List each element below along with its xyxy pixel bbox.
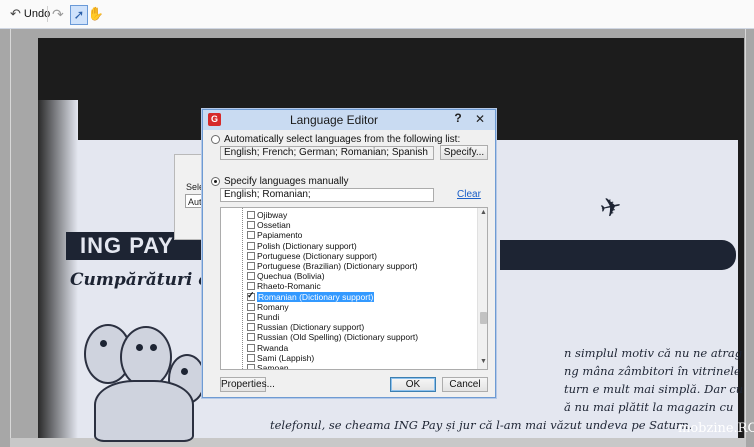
language-label: Russian (Old Spelling) (Dictionary suppo… (257, 332, 419, 343)
language-label: Papiamento (257, 230, 303, 241)
scroll-down-arrow-icon[interactable]: ▼ (478, 358, 487, 368)
undo-icon: ↶ (10, 6, 21, 21)
subheading: Cumpărături cu (70, 270, 222, 290)
aliens-illustration (84, 300, 206, 442)
dialog-titlebar[interactable]: G Language Editor ? ✕ (203, 110, 495, 130)
language-checkbox[interactable] (247, 313, 255, 321)
radio-off-icon[interactable] (211, 135, 220, 144)
language-label: Portuguese (Dictionary support) (257, 250, 378, 261)
toolbar-separator (47, 6, 48, 22)
language-list-item[interactable]: Rhaeto-Romanic (247, 281, 321, 291)
language-checkbox[interactable] (247, 241, 255, 250)
language-label: Rundi (257, 312, 280, 322)
photo-shadow (38, 100, 78, 438)
manual-languages-field[interactable]: English; Romanian; (220, 188, 434, 202)
language-list-item[interactable]: Quechua (Bolivia) (247, 271, 325, 281)
help-button[interactable]: ? (450, 111, 466, 127)
scroll-thumb[interactable] (480, 312, 487, 324)
language-checkbox[interactable] (247, 343, 255, 352)
language-list-item[interactable]: Ojibway (247, 210, 287, 220)
auto-select-radio[interactable]: Automatically select languages from the … (211, 134, 460, 145)
language-label: Ojibway (257, 210, 288, 220)
alien-eye (150, 344, 157, 351)
language-label: Rhaeto-Romanic (257, 281, 321, 292)
frame-left (10, 29, 11, 447)
language-list-item[interactable]: Ossetian (247, 220, 291, 230)
language-checkbox[interactable] (247, 251, 255, 260)
language-list-item[interactable]: Rwanda (247, 343, 288, 353)
language-checkbox[interactable] (247, 262, 255, 270)
radio-on-icon[interactable] (211, 177, 220, 186)
frame-right (745, 29, 746, 447)
language-checkbox[interactable] (247, 272, 255, 281)
article-line: ng mâna zâmbitori în vitrinele (564, 364, 741, 378)
properties-button[interactable]: Properties... (220, 377, 275, 392)
language-list-item[interactable]: Romany (247, 302, 289, 312)
language-list-item[interactable]: Portuguese (Brazilian) (Dictionary suppo… (247, 261, 418, 271)
ing-pay-heading: ING PAY (80, 233, 174, 258)
language-checkbox[interactable] (247, 221, 255, 230)
article-line: telefonul, se cheama ING Pay și jur că l… (270, 418, 693, 432)
list-scrollbar[interactable]: ▲ ▼ (477, 208, 487, 369)
language-label: Russian (Dictionary support) (257, 322, 365, 333)
language-editor-dialog: G Language Editor ? ✕ Automatically sele… (202, 109, 496, 398)
article-line: ă nu mai plătit la magazin cu (564, 400, 734, 414)
manual-select-radio[interactable]: Specify languages manually (211, 176, 349, 187)
alien-figure (94, 380, 194, 442)
language-label: Romanian (Dictionary support) (257, 291, 375, 302)
language-list-item[interactable]: Russian (Dictionary support) (247, 322, 364, 332)
close-button[interactable]: ✕ (466, 110, 494, 129)
clear-link[interactable]: Clear (457, 189, 481, 200)
tree-guide-line (242, 208, 244, 369)
language-checkbox[interactable] (247, 302, 255, 311)
manual-select-label: Specify languages manually (224, 176, 349, 187)
language-label: Rwanda (257, 342, 289, 353)
language-label: Samoan (257, 363, 289, 370)
select-pointer-icon[interactable]: ➚ (70, 5, 88, 25)
alien-eye (181, 368, 188, 375)
scroll-up-arrow-icon[interactable]: ▲ (478, 209, 487, 219)
language-checkbox[interactable] (247, 211, 255, 219)
language-list-item[interactable]: Sami (Lappish) (247, 353, 314, 363)
watermark: mobzine.RO (678, 421, 754, 436)
article-line: n simplul motiv că nu ne atrag (564, 346, 743, 360)
language-checkbox[interactable] (247, 290, 255, 301)
alien-eye (100, 340, 107, 347)
ok-button[interactable]: OK (390, 377, 436, 392)
editor-toolbar: ↶ Undo ↷ ➚ ✋ (0, 0, 754, 29)
language-list-item[interactable]: Rundi (247, 312, 279, 322)
language-label: Polish (Dictionary support) (257, 240, 357, 251)
specify-button[interactable]: Specify... (440, 145, 488, 160)
redo-icon[interactable]: ↷ (52, 5, 64, 23)
language-label: Portuguese (Brazilian) (Dictionary suppo… (257, 261, 418, 271)
language-label: Romany (257, 301, 289, 312)
auto-select-label: Automatically select languages from the … (224, 134, 461, 145)
auto-languages-field[interactable]: English; French; German; Romanian; Spani… (220, 146, 434, 160)
decorative-band (500, 240, 736, 270)
language-label: Ossetian (257, 220, 291, 231)
language-list-item[interactable]: Papiamento (247, 230, 302, 240)
alien-eye (136, 344, 143, 351)
language-list-item[interactable]: Romanian (Dictionary support) (247, 290, 375, 302)
language-list-item[interactable]: Polish (Dictionary support) (247, 241, 357, 251)
language-checkbox[interactable] (247, 333, 255, 342)
article-line: turn e mult mai simplă. Dar cu (564, 382, 744, 396)
language-list[interactable]: Ojibway Ossetian Papiamento Polish (Diction… (220, 207, 488, 370)
alien-figure (120, 326, 172, 388)
hand-icon[interactable]: ✋ (88, 5, 104, 23)
language-checkbox[interactable] (247, 353, 255, 362)
language-label: Quechua (Bolivia) (257, 271, 325, 282)
language-list-item[interactable]: Samoan (247, 363, 289, 370)
cancel-button[interactable]: Cancel (442, 377, 488, 392)
dialog-title: Language Editor (289, 113, 379, 127)
language-list-item[interactable]: Portuguese (Dictionary support) (247, 251, 377, 261)
language-checkbox[interactable] (247, 364, 255, 369)
language-list-item[interactable]: Russian (Old Spelling) (Dictionary suppo… (247, 332, 418, 342)
undo-button[interactable]: ↶ Undo (10, 5, 50, 23)
language-label: Sami (Lappish) (257, 352, 315, 363)
language-checkbox[interactable] (247, 231, 255, 240)
language-checkbox[interactable] (247, 323, 255, 332)
